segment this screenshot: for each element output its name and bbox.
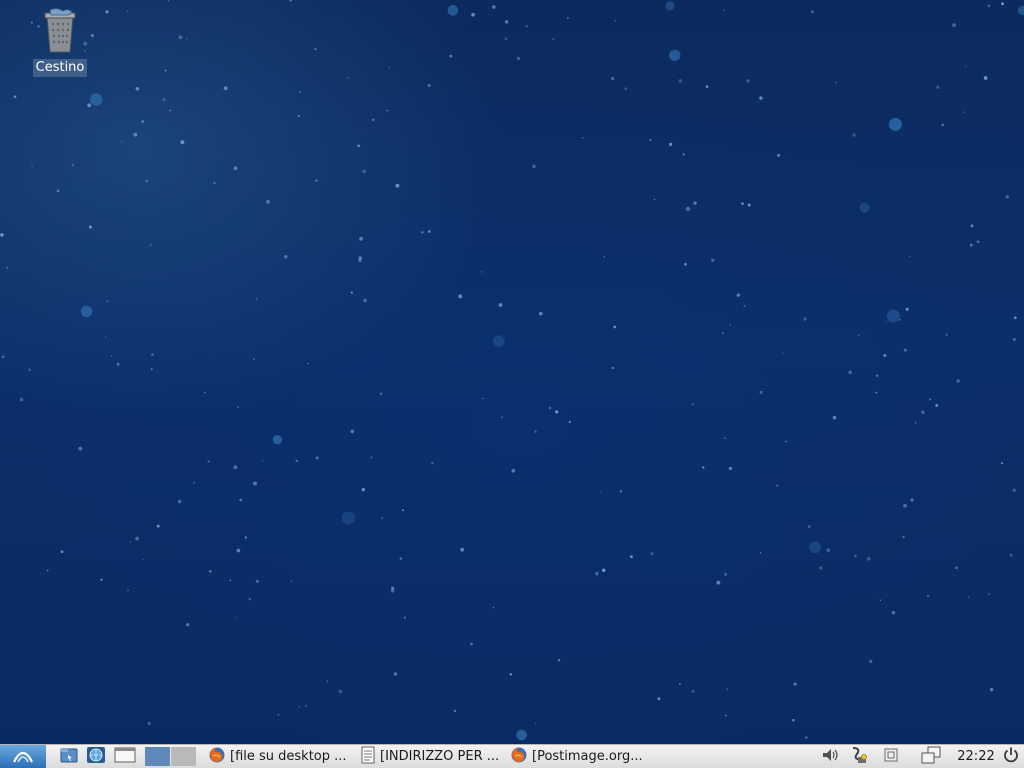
power-icon	[1002, 746, 1020, 768]
firefox-icon	[208, 746, 226, 768]
show-desktop-icon	[114, 746, 136, 768]
clipboard-button[interactable]	[880, 745, 902, 768]
power-button[interactable]	[999, 745, 1023, 768]
clipboard-icon	[883, 747, 899, 767]
window-switch-button[interactable]	[920, 745, 942, 768]
pager-desktop-1[interactable]	[145, 747, 170, 766]
taskbar-task-2[interactable]: [INDIRIZZO PER ...	[356, 745, 504, 768]
taskbar-task-3[interactable]: [Postimage.org...	[506, 745, 656, 768]
trash-bin-icon	[28, 6, 92, 56]
volume-button[interactable]	[820, 745, 842, 768]
task-label: [Postimage.org...	[532, 749, 643, 764]
task-label: [file su desktop ...	[230, 749, 347, 764]
trash-desktop-icon[interactable]: Cestino	[28, 6, 92, 77]
start-menu-icon	[12, 746, 34, 768]
window-switch-icon	[920, 746, 942, 768]
network-icon	[849, 746, 869, 768]
pager-desktop-2[interactable]	[171, 747, 196, 766]
network-button[interactable]	[848, 745, 870, 768]
launcher-file-manager[interactable]	[56, 745, 82, 768]
text-editor-icon	[360, 746, 376, 768]
wallpaper-stars	[0, 0, 1024, 741]
launcher-browser[interactable]	[83, 745, 109, 768]
trash-label: Cestino	[32, 59, 88, 77]
launcher-show-desktop[interactable]	[112, 745, 138, 768]
taskbar-task-1[interactable]: [file su desktop ...	[204, 745, 352, 768]
clock[interactable]: 22:22	[956, 745, 996, 768]
browser-icon	[86, 746, 106, 768]
taskbar: [file su desktop ... [INDIRIZZO PER ... …	[0, 744, 1024, 768]
desktop-background[interactable]: Cestino	[0, 0, 1024, 744]
volume-icon	[821, 747, 841, 767]
file-manager-icon	[59, 746, 79, 768]
task-label: [INDIRIZZO PER ...	[380, 749, 500, 764]
firefox-icon	[510, 746, 528, 768]
start-menu-button[interactable]	[0, 745, 46, 768]
